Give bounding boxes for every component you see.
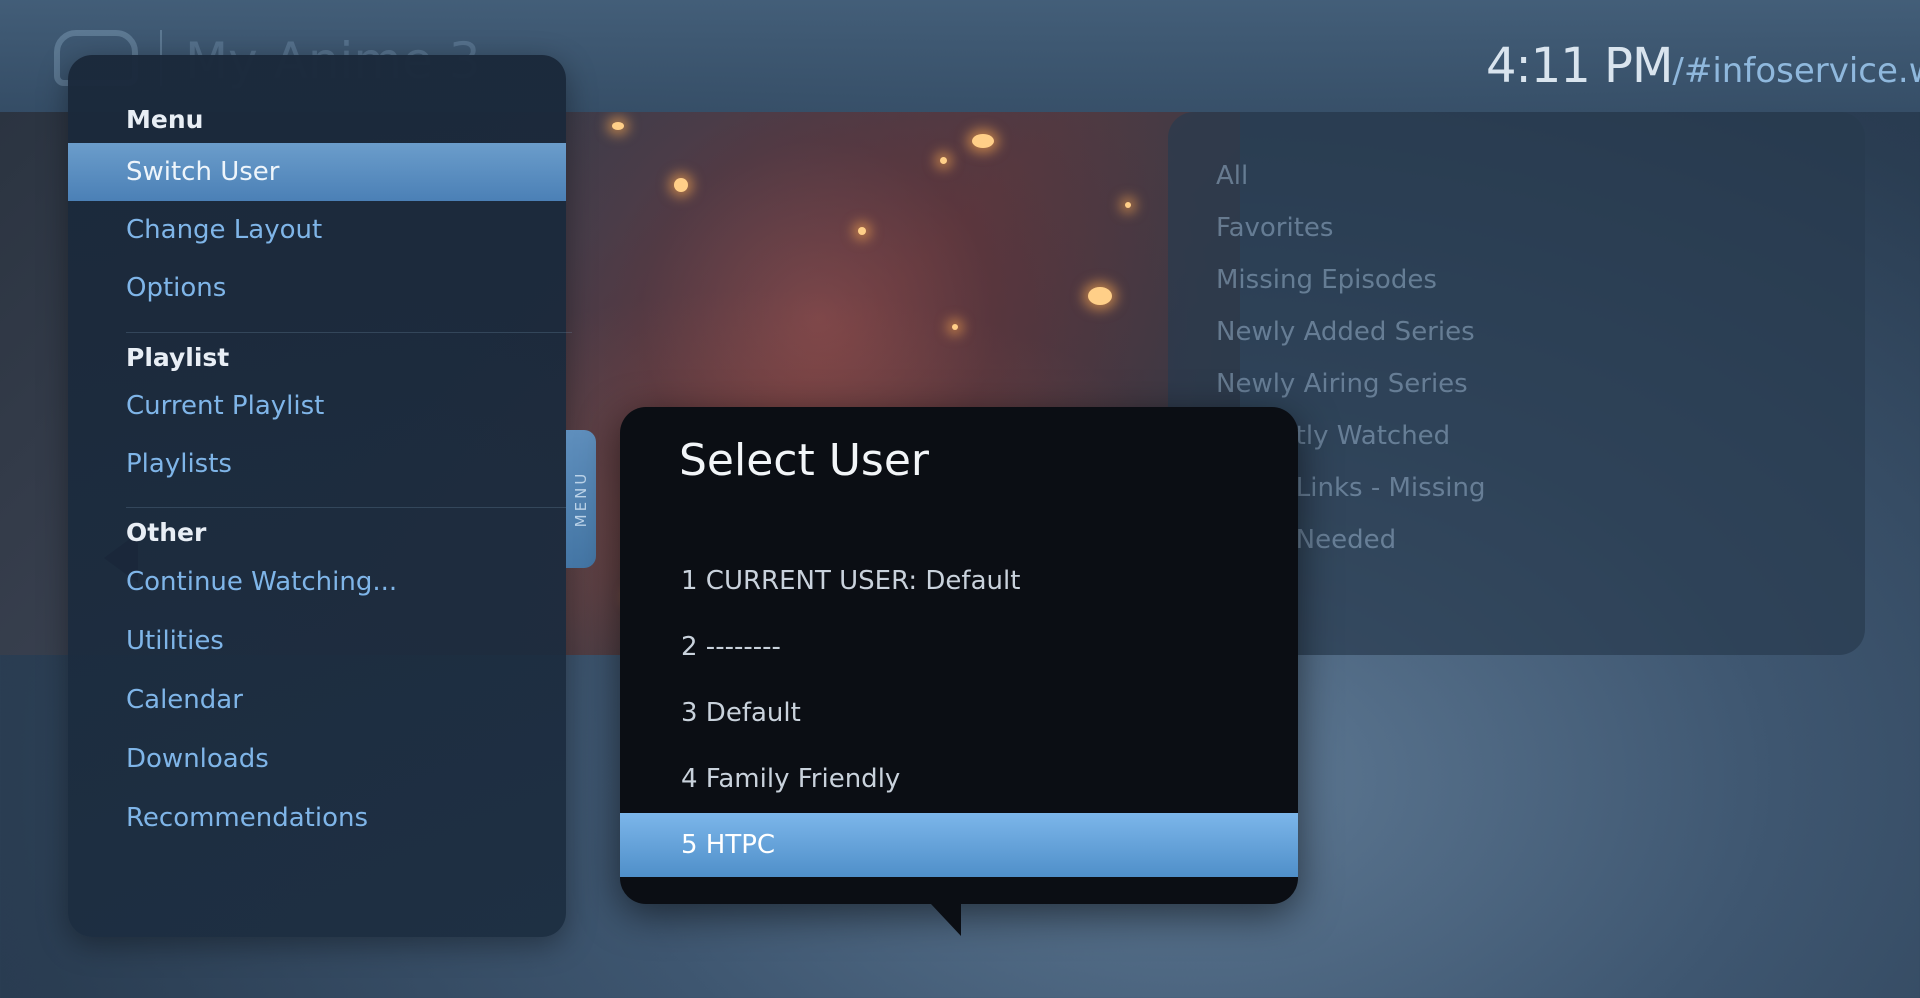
user-option-default[interactable]: 3 Default xyxy=(620,681,1298,745)
menu-item-options[interactable]: Options xyxy=(68,259,566,317)
filter-item-missing-episodes[interactable]: Missing Episodes xyxy=(1216,260,1485,312)
clock: 4:11 PM/#infoservice.weath xyxy=(1486,38,1920,94)
menu-item-current-playlist[interactable]: Current Playlist xyxy=(68,377,566,435)
user-option-current[interactable]: 1 CURRENT USER: Default xyxy=(620,549,1298,613)
user-option-separator[interactable]: 2 -------- xyxy=(620,615,1298,679)
menu-item-change-layout[interactable]: Change Layout xyxy=(68,201,566,259)
section-header-menu: Menu xyxy=(126,105,204,134)
clock-time: 4:11 PM xyxy=(1486,38,1673,94)
section-header-other: Other xyxy=(126,518,207,547)
section-header-playlist: Playlist xyxy=(126,343,230,372)
filter-item-all[interactable]: All xyxy=(1216,156,1485,208)
menu-item-recommendations[interactable]: Recommendations xyxy=(68,789,566,847)
menu-item-calendar[interactable]: Calendar xyxy=(68,671,566,729)
menu-divider xyxy=(126,507,572,508)
dialog-title: Select User xyxy=(679,435,930,486)
menu-divider xyxy=(126,332,572,333)
weather-text: /#infoservice.weath xyxy=(1672,51,1920,91)
user-option-htpc[interactable]: 5 HTPC xyxy=(620,813,1298,877)
menu-item-switch-user[interactable]: Switch User xyxy=(68,143,566,201)
menu-item-playlists[interactable]: Playlists xyxy=(68,435,566,493)
dialog-pointer xyxy=(931,904,961,936)
filter-item-favorites[interactable]: Favorites xyxy=(1216,208,1485,260)
menu-item-utilities[interactable]: Utilities xyxy=(68,612,566,670)
menu-tab-label: MENU xyxy=(572,470,590,528)
user-option-family-friendly[interactable]: 4 Family Friendly xyxy=(620,747,1298,811)
filter-item-newly-added[interactable]: Newly Added Series xyxy=(1216,312,1485,364)
select-user-dialog: Select User 1 CURRENT USER: Default 2 --… xyxy=(620,407,1298,936)
menu-item-downloads[interactable]: Downloads xyxy=(68,730,566,788)
side-menu: Menu Switch User Change Layout Options P… xyxy=(68,55,572,937)
menu-tab[interactable]: MENU xyxy=(566,430,596,568)
menu-item-continue-watching[interactable]: Continue Watching... xyxy=(68,553,566,611)
